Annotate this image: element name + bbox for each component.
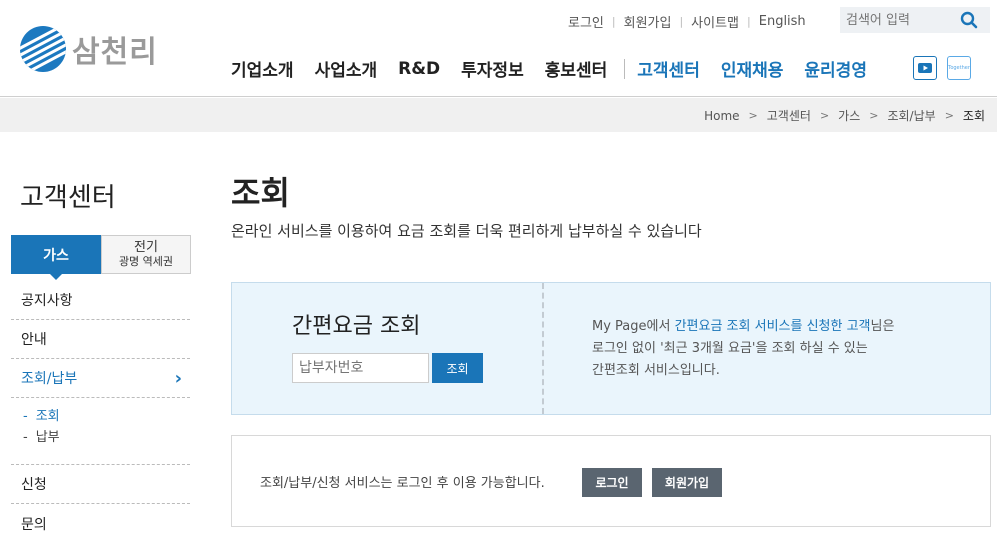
tab-electricity[interactable]: 전기 광명 역세권 [101,235,191,274]
sidebar-menu: 공지사항 안내 조회/납부 › - 조회 - 납부 신청 문의 [11,281,190,537]
search-box [840,7,990,33]
quick-inquiry-panel: 간편요금 조회 조회 My Page에서 간편요금 조회 서비스를 신청한 고객… [231,282,991,415]
util-login-link[interactable]: 로그인 [568,12,604,31]
page-title: 조회 [231,174,290,212]
util-join-link[interactable]: 회원가입 [624,12,672,31]
breadcrumb-inquiry-payment[interactable]: 조회/납부 [887,107,935,124]
sns-links: Together [913,56,971,80]
join-button[interactable]: 회원가입 [652,468,722,497]
main-nav: 기업소개 사업소개 R&D 투자정보 홍보센터 고객센터 인재채용 윤리경영 [231,56,888,81]
chevron-right-icon: > [944,109,954,122]
tab-electricity-label: 전기 [134,240,158,255]
sidebar-item-guide[interactable]: 안내 [11,320,190,359]
together-icon[interactable]: Together [947,56,971,80]
site-header: 삼천리 로그인 | 회원가입 | 사이트맵 | English 기업소개 사업소… [0,0,997,97]
sidebar-item-notice[interactable]: 공지사항 [11,281,190,320]
login-required-panel: 조회/납부/신청 서비스는 로그인 후 이용 가능합니다. 로그인 회원가입 [231,435,991,527]
util-english-link[interactable]: English [759,14,806,29]
logo-text: 삼천리 [72,35,158,70]
quick-inquiry-button[interactable]: 조회 [432,353,483,383]
sidebar-submenu: - 조회 - 납부 [11,398,190,465]
panel-divider [542,283,544,414]
util-sitemap-link[interactable]: 사이트맵 [691,12,739,31]
sidebar-tabs: 가스 전기 광명 역세권 [11,235,191,280]
nav-ethics[interactable]: 윤리경영 [804,56,867,81]
login-button[interactable]: 로그인 [582,468,642,497]
nav-careers[interactable]: 인재채용 [721,56,784,81]
sidebar-subitem-inquiry[interactable]: - 조회 [23,406,190,427]
nav-business[interactable]: 사업소개 [315,56,378,81]
nav-company[interactable]: 기업소개 [231,56,294,81]
sidebar-item-label: 안내 [21,332,47,348]
breadcrumb-customer[interactable]: 고객센터 [767,107,811,124]
chevron-right-icon: › [174,367,182,389]
nav-investor[interactable]: 투자정보 [461,56,524,81]
sidebar-item-label: 신청 [21,477,47,493]
nav-divider [624,58,626,79]
sidebar-item-label: 문의 [21,516,47,533]
sidebar-item-contact[interactable]: 문의 [11,504,190,537]
chevron-right-icon: > [748,109,758,122]
tab-gas[interactable]: 가스 [11,235,101,280]
quick-inquiry-title: 간편요금 조회 [292,314,421,339]
logo[interactable]: 삼천리 [20,26,158,72]
sidebar-item-label: 공지사항 [21,293,73,309]
sidebar-item-inquiry-payment[interactable]: 조회/납부 › [11,359,190,398]
nav-pr[interactable]: 홍보센터 [545,56,608,81]
chevron-right-icon: > [869,109,879,122]
logo-mark-icon [20,26,66,72]
tab-gas-label: 가스 [43,247,69,264]
tab-indicator-icon [50,274,62,280]
breadcrumb-gas[interactable]: 가스 [838,107,860,124]
breadcrumb-current: 조회 [962,109,985,123]
sidebar-item-label: 조회/납부 [21,371,78,387]
sidebar-title: 고객센터 [20,183,116,213]
search-input[interactable] [840,7,955,33]
quick-inquiry-info: My Page에서 간편요금 조회 서비스를 신청한 고객님은 로그인 없이 '… [592,319,895,378]
nav-customer[interactable]: 고객센터 [637,56,700,81]
tab-electricity-sublabel: 광명 역세권 [118,255,174,268]
breadcrumb-bar: Home > 고객센터 > 가스 > 조회/납부 > 조회 [0,98,997,132]
chevron-right-icon: > [819,109,830,122]
login-required-text: 조회/납부/신청 서비스는 로그인 후 이용 가능합니다. [260,476,545,491]
nav-rnd[interactable]: R&D [398,59,440,79]
youtube-icon[interactable] [913,56,937,80]
search-icon[interactable] [955,7,983,33]
breadcrumb: Home > 고객센터 > 가스 > 조회/납부 > 조회 [704,107,985,124]
sidebar-item-apply[interactable]: 신청 [11,465,190,504]
highlight-text: 간편요금 조회 서비스를 신청한 고객 [674,319,871,334]
page-description: 온라인 서비스를 이용하여 요금 조회를 더욱 편리하게 납부하실 수 있습니다 [231,222,702,240]
payer-number-input[interactable] [292,353,429,383]
utility-links: 로그인 | 회원가입 | 사이트맵 | English [568,12,806,31]
sidebar-subitem-payment[interactable]: - 납부 [23,427,190,448]
breadcrumb-home[interactable]: Home [704,109,739,123]
